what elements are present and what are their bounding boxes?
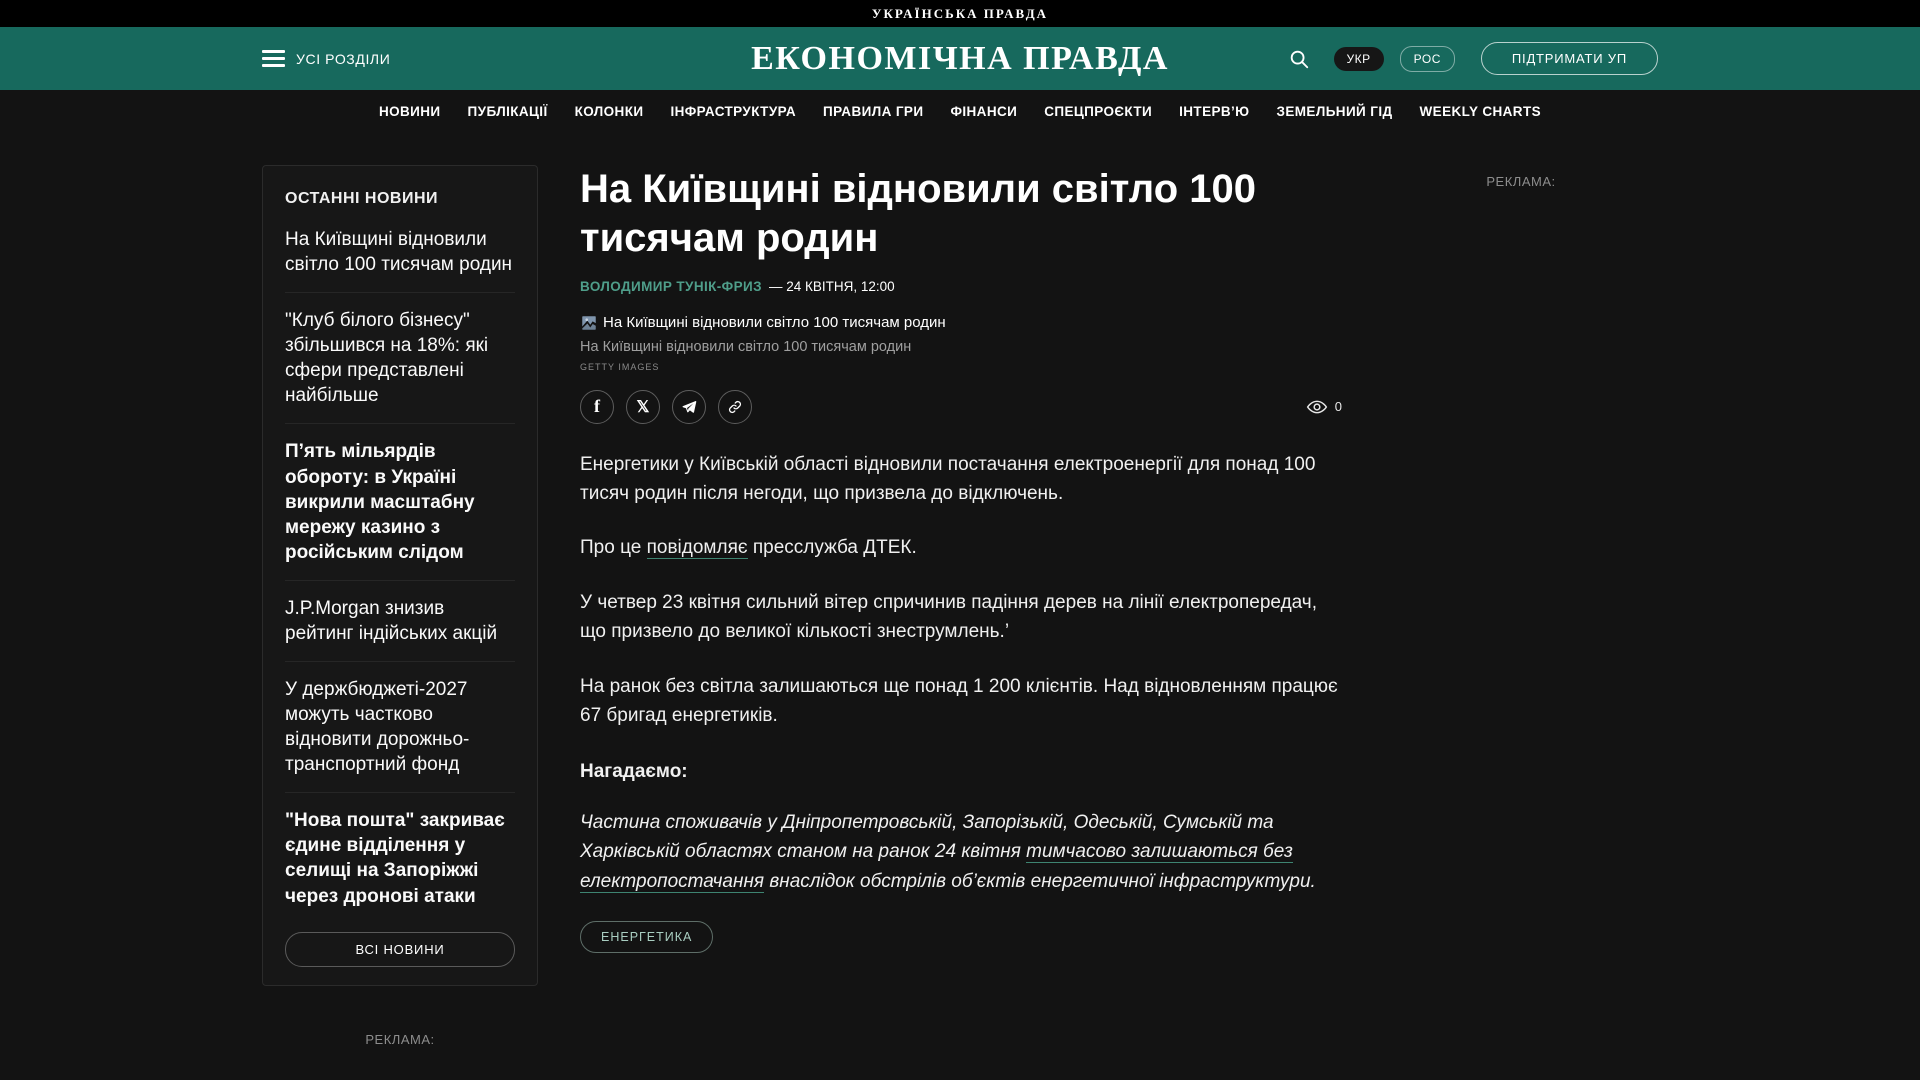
main-nav: НОВИНИ ПУБЛІКАЦІЇ КОЛОНКИ ІНФРАСТРУКТУРА ПРА… <box>0 90 1920 132</box>
image-credit: GETTY IMAGES <box>580 362 1342 372</box>
latest-news-item[interactable]: У держбюджеті-2027 можуть частково відно… <box>285 662 515 793</box>
view-counter: 0 <box>1306 396 1342 418</box>
right-ad-label: РЕКЛАМА: <box>1486 174 1555 189</box>
nav-item-9[interactable]: WEEKLY CHARTS <box>1420 104 1541 119</box>
nav-item-0[interactable]: НОВИНИ <box>379 104 441 119</box>
all-sections-menu-button[interactable]: УСІ РОЗДІЛИ <box>262 50 390 67</box>
latest-news-item[interactable]: П’ять мільярдів обороту: в Україні викри… <box>285 424 515 580</box>
nav-item-5[interactable]: ФІНАНСИ <box>950 104 1017 119</box>
latest-news-title: ОСТАННІ НОВИНИ <box>285 190 515 208</box>
site-header: УСІ РОЗДІЛИ ЕКОНОМІЧНА ПРАВДА УКР РОС ПІ… <box>0 27 1920 90</box>
latest-news-item[interactable]: "Клуб білого бізнесу" збільшився на 18%:… <box>285 293 515 424</box>
link-icon[interactable] <box>718 390 752 424</box>
latest-news-item[interactable]: "Нова пошта" закриває єдине відділення у… <box>285 793 515 923</box>
latest-news-panel: ОСТАННІ НОВИНИ На Київщині відновили сві… <box>262 165 538 986</box>
hamburger-icon <box>262 50 285 67</box>
article-title: На Київщині відновили світло 100 тисячам… <box>580 165 1342 263</box>
article-paragraph: На ранок без світла залишаються ще понад… <box>580 672 1342 731</box>
publish-date: — 24 КВІТНЯ, 12:00 <box>769 279 895 294</box>
article-paragraph: У четвер 23 квітня сильний вітер спричин… <box>580 588 1342 647</box>
support-up-button[interactable]: ПІДТРИМАТИ УП <box>1481 42 1658 75</box>
telegram-icon[interactable] <box>672 390 706 424</box>
article-paragraph: Про це повідомляє пресслужба ДТЕК. <box>580 533 1342 562</box>
nav-item-2[interactable]: КОЛОНКИ <box>575 104 644 119</box>
nav-item-4[interactable]: ПРАВИЛА ГРИ <box>823 104 923 119</box>
article-paragraph: Енергетики у Київській області відновили… <box>580 450 1342 509</box>
image-caption: На Київщині відновили світло 100 тисячам… <box>580 339 1342 355</box>
left-column: ОСТАННІ НОВИНИ На Київщині відновили сві… <box>262 165 538 1047</box>
inline-link[interactable]: тимчасово залишаються без електропостача… <box>580 841 1293 892</box>
byline: ВОЛОДИМИР ТУНІК-ФРИЗ — 24 КВІТНЯ, 12:00 <box>580 279 1342 294</box>
inline-link[interactable]: повідомляє <box>647 537 748 559</box>
nav-item-8[interactable]: ЗЕМЕЛЬНИЙ ГІД <box>1277 104 1393 119</box>
nav-item-7[interactable]: ІНТЕРВ’Ю <box>1179 104 1249 119</box>
all-news-button[interactable]: ВСІ НОВИНИ <box>285 932 515 967</box>
right-rail: РЕКЛАМА: <box>1384 165 1658 1047</box>
article-body: Енергетики у Київській області відновили… <box>580 450 1342 896</box>
broken-image-icon <box>580 314 598 332</box>
facebook-icon[interactable]: f <box>580 390 614 424</box>
lang-toggle-ros[interactable]: РОС <box>1400 46 1455 72</box>
article-paragraph: Частина споживачів у Дніпропетровській, … <box>580 808 1342 896</box>
ekonomichna-pravda-logo[interactable]: ЕКОНОМІЧНА ПРАВДА <box>751 40 1169 78</box>
sidebar-ad-label: РЕКЛАМА: <box>262 1032 538 1047</box>
lang-toggle-ukr[interactable]: УКР <box>1334 47 1384 71</box>
eye-icon <box>1306 396 1328 418</box>
nav-item-1[interactable]: ПУБЛІКАЦІЇ <box>468 104 548 119</box>
nav-item-3[interactable]: ІНФРАСТРУКТУРА <box>670 104 796 119</box>
top-brand-bar: УКРАЇНСЬКА ПРАВДА <box>0 0 1920 27</box>
all-sections-label: УСІ РОЗДІЛИ <box>296 51 390 67</box>
share-row: f 𝕏 <box>580 390 1342 424</box>
latest-news-list: На Київщині відновили світло 100 тисячам… <box>285 212 515 924</box>
nav-item-6[interactable]: СПЕЦПРОЄКТИ <box>1044 104 1152 119</box>
reminder-heading: Нагадаємо: <box>580 761 1342 783</box>
latest-news-item[interactable]: J.P.Morgan знизив рейтинг індійських акц… <box>285 581 515 662</box>
image-alt-text: На Київщині відновили світло 100 тисячам… <box>603 314 946 331</box>
ukrainska-pravda-logo[interactable]: УКРАЇНСЬКА ПРАВДА <box>872 6 1048 22</box>
article-figure: На Київщині відновили світло 100 тисячам… <box>580 314 1342 372</box>
view-count: 0 <box>1335 399 1342 414</box>
article: На Київщині відновили світло 100 тисячам… <box>580 165 1342 1047</box>
search-icon[interactable] <box>1286 46 1312 72</box>
x-icon[interactable]: 𝕏 <box>626 390 660 424</box>
latest-news-item[interactable]: На Київщині відновили світло 100 тисячам… <box>285 212 515 293</box>
tag-row: ЕНЕРГЕТИКА <box>580 921 1342 953</box>
author-link[interactable]: ВОЛОДИМИР ТУНІК-ФРИЗ <box>580 279 762 294</box>
tag-energetika[interactable]: ЕНЕРГЕТИКА <box>580 921 713 953</box>
